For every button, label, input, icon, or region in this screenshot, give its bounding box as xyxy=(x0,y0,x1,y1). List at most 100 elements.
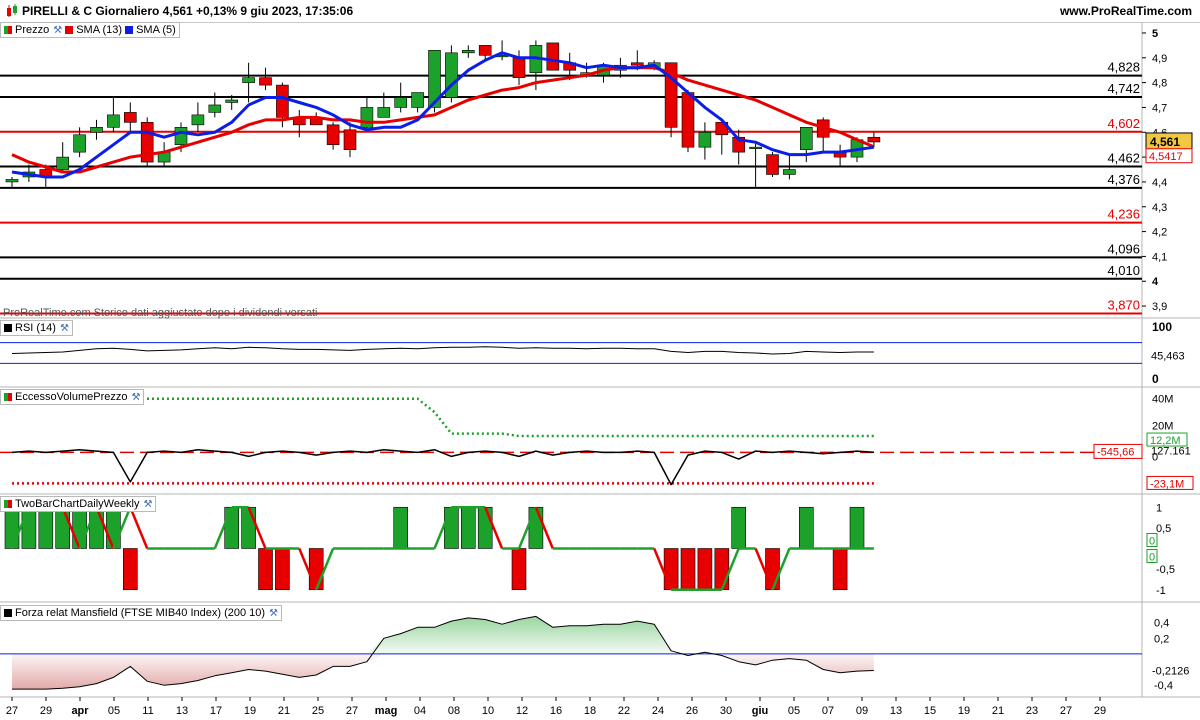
wrench-icon[interactable]: ⚒ xyxy=(60,323,69,334)
chart-window: PIRELLI & C Giornaliero 4,561 +0,13% 9 g… xyxy=(0,0,1200,720)
level-label: 4,602 xyxy=(1107,116,1140,131)
mansfield-positive-area xyxy=(12,616,874,654)
x-tick-label: 27 xyxy=(346,705,358,717)
sma13-value: 4,5417 xyxy=(1149,151,1183,163)
tbc-bar xyxy=(849,506,865,549)
y-tick-label: 4,9 xyxy=(1152,53,1167,65)
x-tick-label: 13 xyxy=(176,705,188,717)
rsi-swatch-icon xyxy=(4,324,12,332)
candle xyxy=(698,131,712,148)
candle xyxy=(411,92,424,108)
tbc-bar xyxy=(241,506,256,549)
evp-value: 127.161 xyxy=(1151,445,1191,457)
candle xyxy=(90,127,103,133)
mansfield-value: -0,2126 xyxy=(1152,666,1189,678)
tbc-legend-label: TwoBarChartDailyWeekly xyxy=(15,498,140,510)
wrench-icon[interactable]: ⚒ xyxy=(269,608,278,619)
tbc-bar xyxy=(798,506,814,549)
candle xyxy=(766,154,779,175)
y-tick-label: 4,7 xyxy=(1152,102,1167,114)
candle xyxy=(799,127,813,150)
x-tick-label: 11 xyxy=(142,705,153,717)
watermark: ProRealTime.com Storico dati aggiustato … xyxy=(3,307,317,319)
candle xyxy=(242,77,255,83)
tbc-bar xyxy=(308,548,324,591)
x-tick-label: 26 xyxy=(686,705,698,717)
mansfield-tick-label: 0,4 xyxy=(1154,618,1169,630)
x-tick-label: 04 xyxy=(414,705,426,717)
tbc-bar xyxy=(4,506,20,549)
tbc-bar xyxy=(89,506,104,549)
candle xyxy=(191,114,205,126)
last-price-value: 4,561 xyxy=(1150,135,1180,149)
y-tick-label: 4,4 xyxy=(1152,177,1167,189)
candle xyxy=(56,156,70,170)
level-label: 4,236 xyxy=(1107,207,1140,222)
candle xyxy=(377,107,391,118)
candle xyxy=(124,112,137,123)
tbc-bar xyxy=(765,548,780,591)
y-tick-label: 5 xyxy=(1152,28,1158,40)
x-tick-label: 19 xyxy=(244,705,256,717)
wrench-icon[interactable]: ⚒ xyxy=(132,392,141,403)
candle xyxy=(107,114,120,128)
rsi-line xyxy=(11,346,874,355)
wrench-icon[interactable]: ⚒ xyxy=(144,499,153,510)
candle xyxy=(546,42,560,71)
candle xyxy=(360,107,374,128)
tbc-bar xyxy=(697,548,713,591)
tbc-bar xyxy=(477,506,493,549)
wrench-icon[interactable]: ⚒ xyxy=(53,25,62,36)
tbc-bar xyxy=(460,506,476,549)
evp-lower-value: -23,1M xyxy=(1150,478,1184,490)
candle xyxy=(394,97,408,108)
tbc-bar xyxy=(663,548,679,591)
x-tick-label: 12 xyxy=(516,705,528,717)
rsi-legend[interactable]: RSI (14) ⚒ xyxy=(0,320,73,336)
y-tick-label: 4,3 xyxy=(1152,202,1167,214)
tbc-value: 0 xyxy=(1149,552,1155,564)
tbc-tick-label: 0,5 xyxy=(1156,523,1171,535)
x-tick-label: 18 xyxy=(584,705,596,717)
level-label: 4,828 xyxy=(1107,60,1140,75)
x-tick-label: 17 xyxy=(210,705,222,717)
level-label: 4,096 xyxy=(1107,241,1140,256)
x-tick-label: 16 xyxy=(550,705,562,717)
x-tick-label: giu xyxy=(752,705,769,717)
rsi-tick-label: 0 xyxy=(1152,372,1159,386)
x-tick-label: 29 xyxy=(1094,705,1106,717)
y-tick-label: 4,8 xyxy=(1152,78,1167,90)
level-label: 4,742 xyxy=(1107,81,1140,96)
rsi-tick-label: 100 xyxy=(1152,320,1172,334)
mansfield-negative-area xyxy=(12,653,874,690)
x-tick-label: apr xyxy=(71,705,89,717)
evp-value-line xyxy=(11,448,874,486)
tbc-line xyxy=(129,506,149,549)
sma5-swatch-icon xyxy=(125,26,134,34)
sma13-line xyxy=(11,66,875,174)
candle xyxy=(867,136,881,143)
candle xyxy=(343,129,357,150)
x-tick-label: 27 xyxy=(1060,705,1072,717)
tbc-bar xyxy=(528,506,544,549)
evp-legend[interactable]: EccessoVolumePrezzo ⚒ xyxy=(0,389,145,405)
candle xyxy=(73,134,86,153)
tbc-bar xyxy=(224,506,239,549)
tbc-bar xyxy=(55,506,71,549)
rsi-value: 45,463 xyxy=(1151,350,1185,362)
level-label: 4,010 xyxy=(1107,263,1140,278)
mansfield-legend[interactable]: Forza relat Mansfield (FTSE MIB40 Index)… xyxy=(0,605,283,621)
tbc-legend[interactable]: TwoBarChartDailyWeekly ⚒ xyxy=(0,496,157,512)
level-label: 3,870 xyxy=(1107,298,1140,313)
x-tick-label: 30 xyxy=(720,705,732,717)
price-swatch-icon xyxy=(4,26,12,34)
candle xyxy=(461,50,475,54)
candle xyxy=(276,84,289,118)
x-tick-label: 05 xyxy=(108,705,120,717)
tbc-bar xyxy=(72,506,87,549)
evp-tick-label: 40M xyxy=(1152,394,1173,406)
candle xyxy=(5,179,19,183)
price-legend[interactable]: Prezzo ⚒ SMA (13) SMA (5) xyxy=(0,22,180,38)
x-tick-label: 23 xyxy=(1026,705,1038,717)
evp-tick-label: 20M xyxy=(1152,421,1173,433)
